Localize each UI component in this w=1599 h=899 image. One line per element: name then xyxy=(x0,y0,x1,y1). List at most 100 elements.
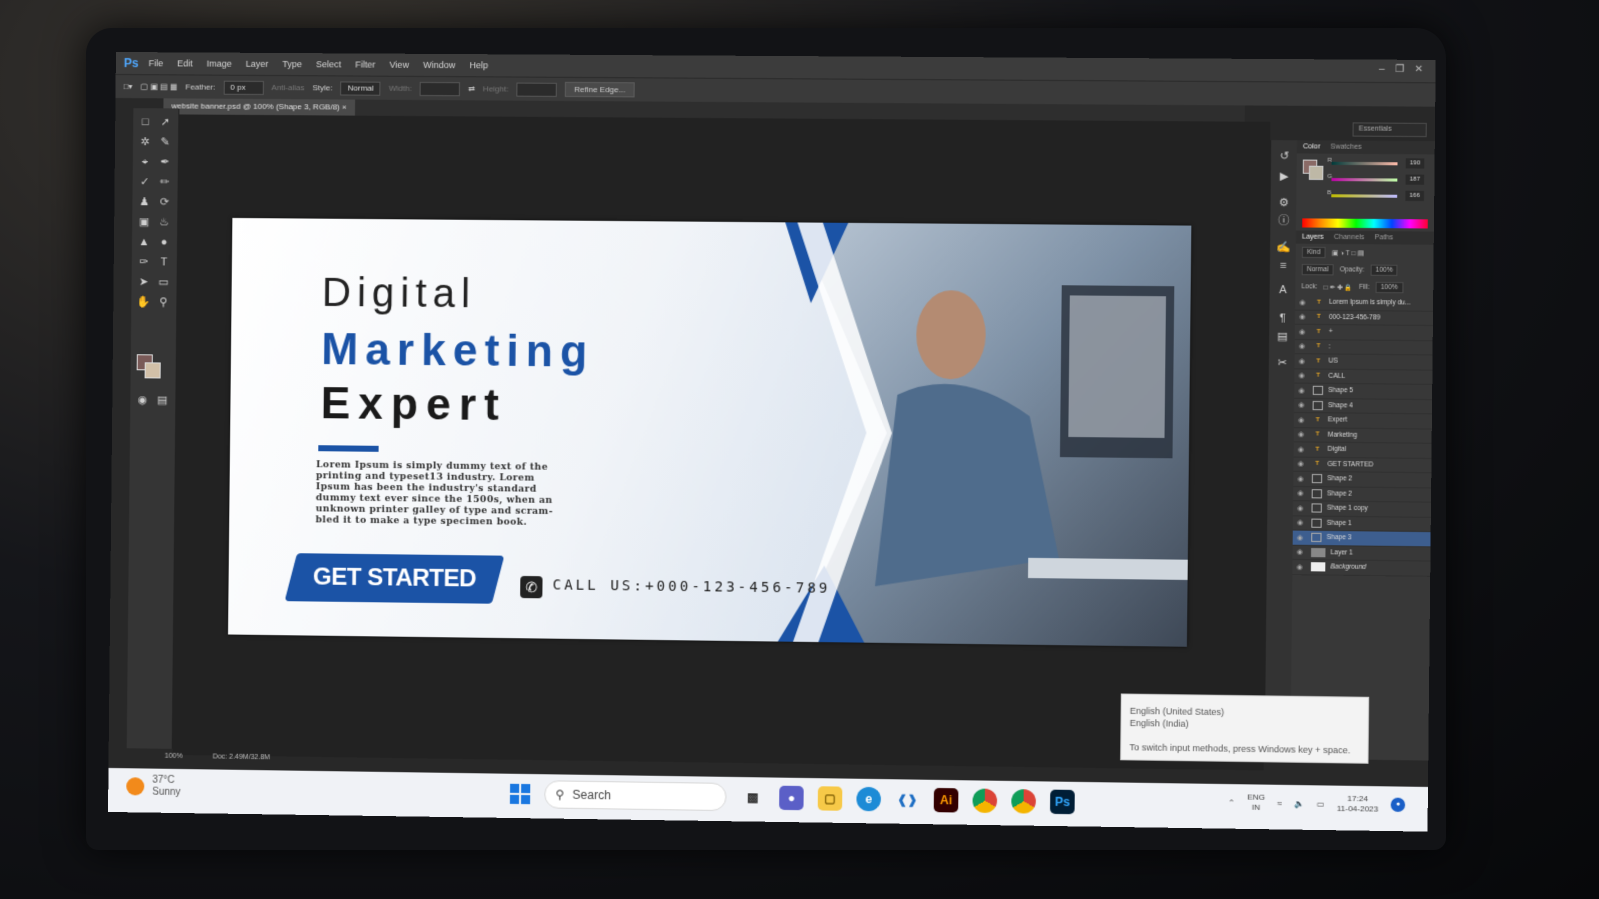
visibility-eye-icon[interactable]: ◉ xyxy=(1296,563,1306,571)
actions-panel-icon[interactable]: ▶ xyxy=(1276,168,1293,184)
layer-comps-icon[interactable]: ▤ xyxy=(1274,329,1291,345)
character-panel-icon[interactable]: A xyxy=(1275,282,1292,298)
menu-type[interactable]: Type xyxy=(282,59,302,69)
visibility-eye-icon[interactable]: ◉ xyxy=(1299,328,1309,336)
tab-layers[interactable]: Layers xyxy=(1302,234,1324,241)
vscode-icon[interactable]: ❰❱ xyxy=(895,787,920,812)
menu-edit[interactable]: Edit xyxy=(177,58,193,68)
marquee-tool-icon[interactable]: □ xyxy=(137,114,153,130)
crop-tool-icon[interactable]: ⌖ xyxy=(137,154,153,170)
layer-row[interactable]: ◉ T US xyxy=(1294,354,1433,371)
visibility-eye-icon[interactable]: ◉ xyxy=(1299,357,1309,365)
task-view-icon[interactable]: ▩ xyxy=(741,785,766,810)
layer-row[interactable]: ◉ T 000-123-456-789 xyxy=(1294,310,1434,327)
brush-panel-icon[interactable]: ✍ xyxy=(1275,239,1292,255)
visibility-eye-icon[interactable]: ◉ xyxy=(1298,460,1308,468)
layer-row[interactable]: ◉ T: xyxy=(1294,339,1433,356)
windows-start-icon[interactable] xyxy=(509,783,531,805)
close-tab-icon[interactable]: × xyxy=(342,103,347,112)
edge-browser-icon[interactable]: e xyxy=(856,786,882,812)
layer-row[interactable]: ◉ T Expert xyxy=(1293,412,1432,430)
paint-bucket-tool-icon[interactable]: ♨ xyxy=(156,214,172,230)
battery-icon[interactable]: ▭ xyxy=(1317,799,1325,808)
b-slider[interactable] xyxy=(1331,194,1398,198)
type-tool-icon[interactable]: T xyxy=(156,254,172,270)
dodge-tool-icon[interactable]: ● xyxy=(156,234,172,250)
swap-icon[interactable]: ⇄ xyxy=(468,84,475,93)
selection-mode-icons[interactable]: ▢ ▣ ▤ ▦ xyxy=(140,82,177,91)
hand-tool-icon[interactable]: ✋ xyxy=(135,294,151,310)
layer-row[interactable]: ◉ T CALL xyxy=(1294,368,1433,385)
file-explorer-icon[interactable]: ▢ xyxy=(817,786,843,811)
visibility-eye-icon[interactable]: ◉ xyxy=(1299,298,1309,306)
antialias-checkbox[interactable]: Anti-alias xyxy=(271,83,304,92)
width-input[interactable] xyxy=(419,81,461,96)
visibility-eye-icon[interactable]: ◉ xyxy=(1297,475,1307,483)
g-value[interactable]: 187 xyxy=(1405,174,1425,185)
visibility-eye-icon[interactable]: ◉ xyxy=(1298,386,1308,394)
color-spectrum[interactable] xyxy=(1302,218,1428,229)
layer-row[interactable]: ◉ Shape 2 xyxy=(1293,471,1432,488)
visibility-eye-icon[interactable]: ◉ xyxy=(1297,504,1307,512)
adjustments-panel-icon[interactable]: ⚙ xyxy=(1276,195,1293,211)
tab-channels[interactable]: Channels xyxy=(1334,234,1365,241)
clone-stamp-tool-icon[interactable]: ♟ xyxy=(136,194,152,210)
menu-file[interactable]: File xyxy=(149,58,164,68)
visibility-eye-icon[interactable]: ◉ xyxy=(1299,342,1309,350)
menu-image[interactable]: Image xyxy=(207,59,232,69)
weather-widget[interactable]: 37°C Sunny xyxy=(126,774,181,799)
brush-presets-icon[interactable]: ≡ xyxy=(1275,258,1292,274)
visibility-eye-icon[interactable]: ◉ xyxy=(1297,548,1307,556)
feather-input[interactable]: 0 px xyxy=(223,80,264,95)
visibility-eye-icon[interactable]: ◉ xyxy=(1298,401,1308,409)
language-indicator[interactable]: ENG IN xyxy=(1247,792,1265,813)
background-color-swatch[interactable] xyxy=(144,362,161,379)
layer-row[interactable]: ◉ Shape 1 xyxy=(1292,515,1431,533)
visibility-eye-icon[interactable]: ◉ xyxy=(1297,489,1307,497)
zoom-tool-icon[interactable]: ⚲ xyxy=(155,294,171,310)
layer-row[interactable]: ◉ T GET STARTED xyxy=(1293,457,1432,474)
layer-row[interactable]: ◉ Layer 1 xyxy=(1292,545,1431,562)
eyedropper-tool-icon[interactable]: ✒ xyxy=(157,154,173,170)
layer-row[interactable]: ◉ T + xyxy=(1294,324,1433,341)
style-select[interactable]: Normal xyxy=(340,80,381,96)
chrome-profile-icon[interactable] xyxy=(1011,789,1036,814)
lock-icons[interactable]: □ ✒ ✚ 🔒 xyxy=(1324,283,1353,291)
layer-row[interactable]: ◉ T Digital xyxy=(1293,442,1432,459)
visibility-eye-icon[interactable]: ◉ xyxy=(1299,372,1309,380)
menu-layer[interactable]: Layer xyxy=(246,59,269,69)
b-value[interactable]: 166 xyxy=(1405,190,1425,202)
restore-icon[interactable]: ❐ xyxy=(1395,64,1404,75)
info-panel-icon[interactable]: ⓘ xyxy=(1275,213,1292,229)
healing-brush-tool-icon[interactable]: ✓ xyxy=(137,174,153,190)
clock[interactable]: 17:24 11-04-2023 xyxy=(1337,794,1379,815)
tray-overflow-icon[interactable]: ⌃ xyxy=(1228,798,1235,807)
tab-swatches[interactable]: Swatches xyxy=(1330,144,1361,151)
visibility-eye-icon[interactable]: ◉ xyxy=(1298,416,1308,424)
menu-select[interactable]: Select xyxy=(316,59,341,69)
move-tool-icon[interactable]: ➚ xyxy=(157,114,173,130)
taskbar-search[interactable]: ⚲ Search xyxy=(544,780,727,812)
workspace-switcher[interactable]: Essentials xyxy=(1352,122,1427,138)
layer-row[interactable]: ◉ Shape 5 xyxy=(1294,383,1433,400)
layer-row[interactable]: ◉ T Lorem Ipsum is simply du... xyxy=(1295,295,1434,312)
visibility-eye-icon[interactable]: ◉ xyxy=(1299,313,1309,321)
notification-icon[interactable]: ● xyxy=(1390,797,1406,812)
paragraph-panel-icon[interactable]: ¶ xyxy=(1274,310,1291,326)
volume-icon[interactable]: 🔈 xyxy=(1294,799,1304,808)
visibility-eye-icon[interactable]: ◉ xyxy=(1298,445,1308,453)
blend-mode-select[interactable]: Normal xyxy=(1301,263,1334,276)
visibility-eye-icon[interactable]: ◉ xyxy=(1297,519,1307,527)
layer-row[interactable]: ◉ Shape 1 copy xyxy=(1292,501,1431,518)
history-panel-icon[interactable]: ↺ xyxy=(1276,148,1293,164)
quick-mask-icon[interactable]: ◉ xyxy=(134,392,150,408)
r-value[interactable]: 190 xyxy=(1405,158,1425,169)
quick-select-tool-icon[interactable]: ✎ xyxy=(157,134,173,150)
r-slider[interactable] xyxy=(1331,161,1398,166)
layer-kind-filter[interactable]: Kind xyxy=(1301,246,1326,259)
menu-help[interactable]: Help xyxy=(469,60,488,70)
layer-row[interactable]: ◉ Shape 4 xyxy=(1294,398,1433,415)
minimize-icon[interactable]: – xyxy=(1379,64,1385,75)
visibility-eye-icon[interactable]: ◉ xyxy=(1298,430,1308,438)
teams-chat-icon[interactable]: ● xyxy=(779,785,804,811)
